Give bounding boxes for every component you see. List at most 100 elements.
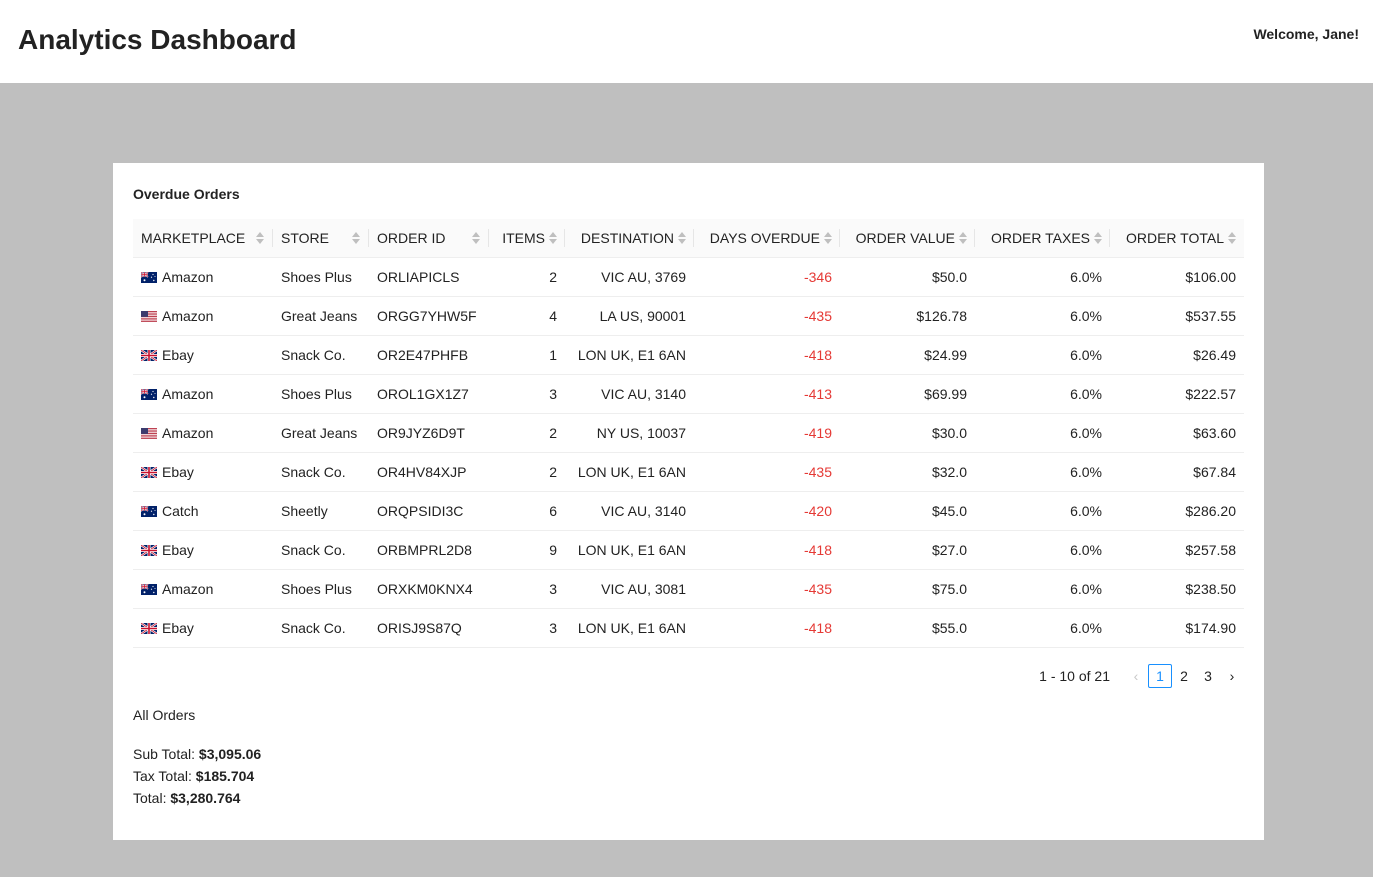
cell-items: 9 [489,530,565,570]
cell-destination: LON UK, E1 6AN [565,335,694,375]
column-header-items[interactable]: ITEMS [489,219,565,258]
column-header-order-id[interactable]: ORDER ID [369,219,489,258]
cell-order-total: $286.20 [1110,491,1244,531]
pagination: 1 - 10 of 21 ‹ 1 2 3 › [1039,664,1244,688]
column-header-marketplace[interactable]: MARKETPLACE [133,219,273,258]
cell-store: Sheetly [273,491,369,531]
table-row[interactable]: Ebay Snack Co. OR2E47PHFB 1 LON UK, E1 6AN -4… [133,335,1244,375]
cell-store: Great Jeans [273,296,369,336]
cell-destination: VIC AU, 3769 [565,257,694,297]
prev-page-button[interactable]: ‹ [1124,664,1148,688]
column-header-store[interactable]: STORE [273,219,369,258]
sort-icon[interactable] [824,231,832,244]
tax-total-value: $185.704 [195,768,255,784]
sort-icon[interactable] [959,231,967,244]
page-button-2[interactable]: 2 [1172,664,1196,688]
cell-items: 1 [489,335,565,375]
table-row[interactable]: Amazon Great Jeans OR9JYZ6D9T 2 NY US, 10037… [133,413,1244,453]
cell-days-overdue: -413 [694,374,840,414]
cell-marketplace: Catch [133,491,273,531]
top-bar: Analytics Dashboard Welcome, Jane! [0,0,1373,83]
sort-icon[interactable] [472,232,480,244]
column-header-order-value[interactable]: ORDER VALUE [840,219,975,258]
cell-order-value: $27.0 [840,530,975,570]
sort-icon[interactable] [549,231,557,244]
cell-order-total: $26.49 [1110,335,1244,375]
cell-marketplace: Amazon [133,296,273,336]
cell-order-total: $174.90 [1110,608,1244,648]
cell-order-taxes: 6.0% [975,374,1110,414]
cell-days-overdue: -419 [694,413,840,453]
cell-days-overdue: -435 [694,569,840,609]
cell-store: Snack Co. [273,530,369,570]
sort-icon[interactable] [678,231,686,244]
cell-order-id: ORBMPRL2D8 [369,530,489,570]
cell-destination: NY US, 10037 [565,413,694,453]
cell-days-overdue: -420 [694,491,840,531]
table-row[interactable]: Ebay Snack Co. OR4HV84XJP 2 LON UK, E1 6AN -4… [133,452,1244,492]
cell-order-id: ORXKM0KNX4 [369,569,489,609]
cell-marketplace: Amazon [133,374,273,414]
cell-destination: LA US, 90001 [565,296,694,336]
column-header-order-taxes[interactable]: ORDER TAXES [975,219,1110,258]
cell-store: Snack Co. [273,608,369,648]
table-row[interactable]: Ebay Snack Co. ORBMPRL2D8 9 LON UK, E1 6AN -4… [133,530,1244,570]
page-button-3[interactable]: 3 [1196,664,1220,688]
cell-order-taxes: 6.0% [975,608,1110,648]
cell-order-id: OR2E47PHFB [369,335,489,375]
uk-flag-icon [140,543,158,557]
cell-items: 2 [489,257,565,297]
tax-total-line: Tax Total: $185.704 [133,768,255,784]
column-header-days-overdue[interactable]: DAYS OVERDUE [694,219,840,258]
table-row[interactable]: Amazon Shoes Plus ORXKM0KNX4 3 VIC AU, 3081-… [133,569,1244,609]
us-flag-icon [141,426,157,439]
cell-items: 3 [489,608,565,648]
table-row[interactable]: Amazon Shoes Plus OROL1GX1Z7 3 VIC AU, 3140-… [133,374,1244,414]
cell-store: Shoes Plus [273,569,369,609]
app-title: Analytics Dashboard [18,24,297,55]
cell-destination: LON UK, E1 6AN [565,608,694,648]
cell-destination: LON UK, E1 6AN [565,530,694,570]
cell-store: Snack Co. [273,452,369,492]
page-button-1[interactable]: 1 [1148,664,1172,688]
uk-flag-icon [140,621,158,635]
au-flag-icon [140,582,157,595]
cell-order-total: $106.00 [1110,257,1244,297]
sort-icon[interactable] [1228,231,1236,244]
next-page-button[interactable]: › [1220,664,1244,688]
cell-store: Snack Co. [273,335,369,375]
cell-order-value: $24.99 [840,335,975,375]
cell-marketplace: Ebay [133,335,273,375]
sort-icon[interactable] [256,232,264,244]
cell-order-value: $75.0 [840,569,975,609]
cell-items: 6 [489,491,565,531]
sub-total-line: Sub Total: $3,095.06 [133,746,262,762]
us-flag-icon [141,309,157,322]
cell-order-value: $69.99 [840,374,975,414]
sort-icon[interactable] [1094,231,1102,244]
cell-order-id: OR9JYZ6D9T [369,413,489,453]
cell-order-id: ORGG7YHW5F [369,296,489,336]
cell-order-value: $55.0 [840,608,975,648]
cell-order-value: $30.0 [840,413,975,453]
sort-icon[interactable] [352,232,360,244]
cell-order-taxes: 6.0% [975,452,1110,492]
uk-flag-icon [140,348,158,362]
au-flag-icon [140,387,157,400]
cell-days-overdue: -435 [694,452,840,492]
cell-order-total: $63.60 [1110,413,1244,453]
column-header-destination[interactable]: DESTINATION [565,219,694,258]
cell-days-overdue: -418 [694,335,840,375]
au-flag-icon [140,270,157,283]
cell-days-overdue: -435 [694,296,840,336]
table-row[interactable]: Amazon Great Jeans ORGG7YHW5F 4 LA US, 90001… [133,296,1244,336]
cell-order-value: $32.0 [840,452,975,492]
cell-order-id: ORQPSIDI3C [369,491,489,531]
overdue-orders-card: Overdue Orders MARKETPLACE STORE ORDER I… [113,163,1264,840]
column-header-order-total[interactable]: ORDER TOTAL [1110,219,1244,258]
table-row[interactable]: Amazon Shoes Plus ORLIAPICLS 2 VIC AU, 3769-… [133,257,1244,297]
au-flag-icon [140,504,157,517]
table-row[interactable]: Catch Sheetly ORQPSIDI3C 6 VIC AU, 3140 -420 $… [133,491,1244,531]
table-row[interactable]: Ebay Snack Co. ORISJ9S87Q 3 LON UK, E1 6AN -4… [133,608,1244,648]
cell-order-total: $222.57 [1110,374,1244,414]
